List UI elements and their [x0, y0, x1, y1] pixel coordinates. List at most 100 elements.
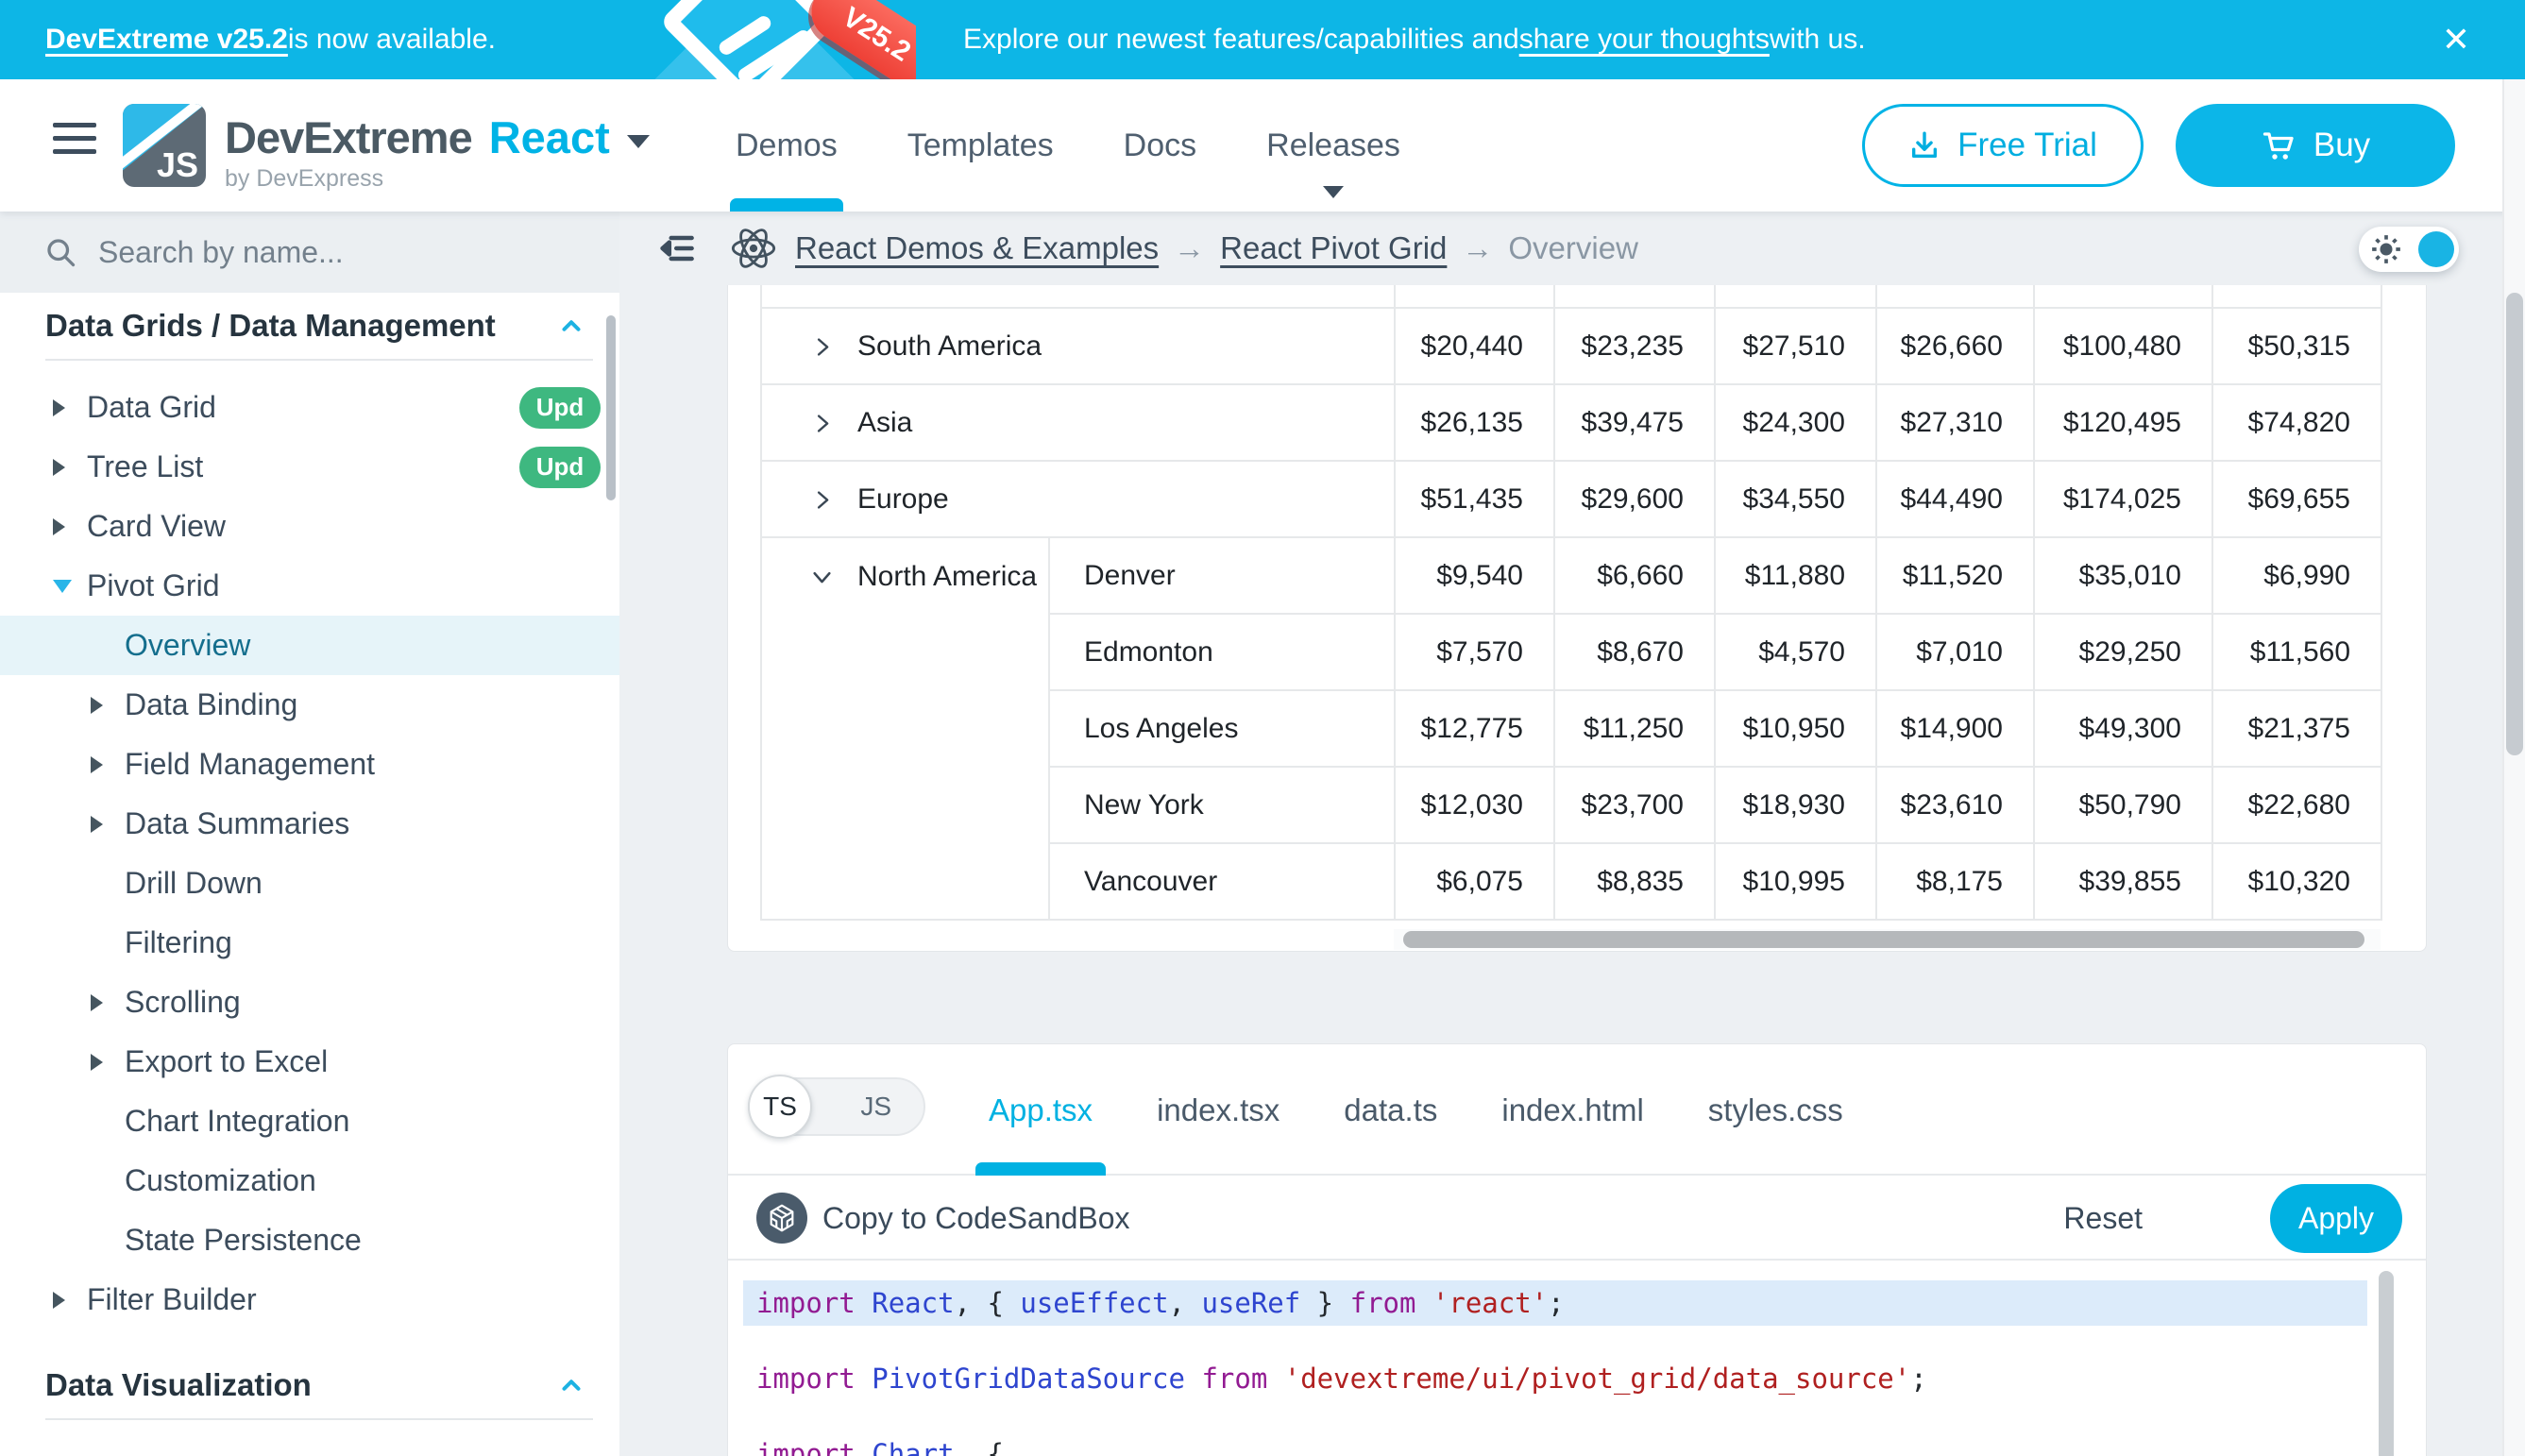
devextreme-js-logo[interactable]: JS [123, 104, 206, 187]
tab-index-html[interactable]: index.html [1501, 1044, 1643, 1176]
sidebar-item-state-persistence[interactable]: State Persistence [0, 1211, 619, 1270]
banner-version-link[interactable]: DevExtreme v25.2 [45, 24, 288, 56]
page-scrollbar-thumb[interactable] [2506, 293, 2523, 755]
chevron-up-icon[interactable] [557, 312, 585, 340]
triangle-right-icon[interactable] [91, 1054, 103, 1071]
sidebar-item-label: Filter Builder [87, 1282, 257, 1317]
tab-index-tsx[interactable]: index.tsx [1157, 1044, 1279, 1176]
sidebar-item-scrolling[interactable]: Scrolling [0, 973, 619, 1032]
free-trial-button[interactable]: Free Trial [1862, 104, 2144, 187]
sidebar-item-customization[interactable]: Customization [0, 1151, 619, 1211]
search-input[interactable] [98, 235, 542, 270]
sidebar-item-pivot-grid[interactable]: Pivot Grid [0, 556, 619, 616]
sidebar-item-data-summaries[interactable]: Data Summaries [0, 794, 619, 854]
pivot-hscrollbar-thumb[interactable] [1403, 931, 2364, 948]
pivot-city-header: Edmonton [1049, 614, 1395, 690]
triangle-down-icon[interactable] [53, 580, 72, 593]
expand-row-icon[interactable] [809, 487, 835, 513]
sidebar-item-card-view[interactable]: Card View [0, 497, 619, 556]
tab-styles-css[interactable]: styles.css [1708, 1044, 1843, 1176]
banner-message: Explore our newest features/capabilities… [963, 0, 1866, 79]
reset-button[interactable]: Reset [2063, 1201, 2143, 1236]
ts-js-switch[interactable]: TS JS [748, 1077, 925, 1136]
copy-to-codesandbox-label[interactable]: Copy to CodeSandBox [822, 1201, 1130, 1236]
framework-dropdown-icon[interactable] [627, 135, 650, 148]
pivot-row-header[interactable]: Europe [761, 461, 1395, 537]
buy-button[interactable]: Buy [2176, 104, 2455, 187]
nav-item-demos[interactable]: Demos [736, 79, 838, 212]
sidebar-item-label: Tree List [87, 449, 203, 484]
pivot-cell: $35,010 [2034, 537, 2212, 614]
sidebar-item-filter-builder[interactable]: Filter Builder [0, 1270, 619, 1329]
code-scrollbar-thumb[interactable] [2379, 1271, 2394, 1456]
sidebar-scrollbar-thumb[interactable] [606, 315, 616, 500]
ts-option[interactable]: TS [748, 1075, 812, 1139]
chevron-up-icon[interactable] [557, 1371, 585, 1399]
tab-data-ts[interactable]: data.ts [1344, 1044, 1437, 1176]
pivot-cell: $74,820 [2212, 384, 2381, 461]
sidebar-section-data-grids-data-management[interactable]: Data Grids / Data Management [0, 293, 619, 359]
pivot-row-header[interactable]: North America [761, 537, 1049, 920]
pivot-cell: $50,790 [2034, 767, 2212, 843]
sidebar-item-label: Filtering [125, 925, 232, 960]
collapse-sidebar-icon[interactable] [657, 228, 699, 269]
sidebar-item-label: Customization [125, 1163, 316, 1198]
codesandbox-icon[interactable] [756, 1193, 807, 1244]
triangle-right-icon[interactable] [53, 459, 65, 476]
theme-toggle-knob[interactable] [2418, 231, 2454, 267]
pivot-cell: $44,490 [1876, 461, 2034, 537]
breadcrumb-link-demos[interactable]: React Demos & Examples [795, 230, 1159, 266]
sidebar-item-export-to-excel[interactable]: Export to Excel [0, 1032, 619, 1092]
pivot-cell: $6,660 [1554, 537, 1715, 614]
pivot-cell: $22,680 [2212, 767, 2381, 843]
triangle-right-icon[interactable] [53, 1292, 65, 1309]
triangle-right-icon[interactable] [91, 994, 103, 1011]
pivot-row-header[interactable]: Asia [761, 384, 1395, 461]
banner-close-icon[interactable]: ✕ [2442, 0, 2470, 79]
sidebar-item-tree-list[interactable]: Tree ListUpd [0, 437, 619, 497]
breadcrumb-separator: → [1174, 230, 1205, 266]
hamburger-menu-icon[interactable] [53, 123, 98, 168]
nav-item-docs[interactable]: Docs [1124, 79, 1196, 212]
triangle-right-icon[interactable] [91, 816, 103, 833]
pivot-cell: $9,540 [1395, 537, 1554, 614]
brand-subtitle: by DevExpress [225, 165, 650, 193]
pivot-cell: $26,135 [1395, 384, 1554, 461]
sidebar-item-drill-down[interactable]: Drill Down [0, 854, 619, 913]
pivot-cell: $24,300 [1715, 384, 1876, 461]
sidebar-item-overview[interactable]: Overview [0, 616, 619, 675]
nav-item-templates[interactable]: Templates [907, 79, 1054, 212]
pivot-cell: $11,250 [1554, 690, 1715, 767]
pivot-cell: $4,570 [1715, 614, 1876, 690]
pivot-cell: $7,010 [1876, 614, 2034, 690]
collapse-row-icon[interactable] [809, 564, 835, 589]
share-your-thoughts-link[interactable]: share your thoughts [1519, 24, 1770, 56]
releases-dropdown-icon[interactable] [1323, 186, 1344, 198]
expand-row-icon[interactable] [809, 411, 835, 436]
triangle-right-icon[interactable] [53, 399, 65, 416]
triangle-right-icon[interactable] [91, 697, 103, 714]
tab-label: App.tsx [989, 1092, 1093, 1128]
pivot-row-header[interactable]: South America [761, 308, 1395, 384]
sidebar-section-data-visualization[interactable]: Data Visualization [0, 1352, 619, 1418]
triangle-right-icon[interactable] [91, 756, 103, 773]
main-nav: Demos Templates Docs Releases [736, 79, 1400, 212]
nav-item-releases[interactable]: Releases [1266, 79, 1400, 212]
breadcrumb-link-pivot-grid[interactable]: React Pivot Grid [1220, 230, 1447, 266]
sidebar-item-chart-integration[interactable]: Chart Integration [0, 1092, 619, 1151]
sidebar-item-data-binding[interactable]: Data Binding [0, 675, 619, 735]
theme-toggle[interactable] [2359, 227, 2459, 272]
pivot-cell: $12,775 [1395, 690, 1554, 767]
section-label: Data Grids / Data Management [45, 308, 557, 344]
brand[interactable]: DevExtreme React by DevExpress [225, 111, 650, 193]
pivot-cell: $23,610 [1876, 767, 2034, 843]
expand-row-icon[interactable] [809, 334, 835, 360]
triangle-right-icon[interactable] [53, 518, 65, 535]
sidebar-item-data-grid[interactable]: Data GridUpd [0, 378, 619, 437]
sidebar-item-field-management[interactable]: Field Management [0, 735, 619, 794]
apply-button[interactable]: Apply [2270, 1184, 2402, 1253]
tab-app-tsx[interactable]: App.tsx [989, 1044, 1093, 1176]
sidebar-item-filtering[interactable]: Filtering [0, 913, 619, 973]
tab-label: data.ts [1344, 1092, 1437, 1128]
js-option[interactable]: JS [860, 1079, 891, 1134]
